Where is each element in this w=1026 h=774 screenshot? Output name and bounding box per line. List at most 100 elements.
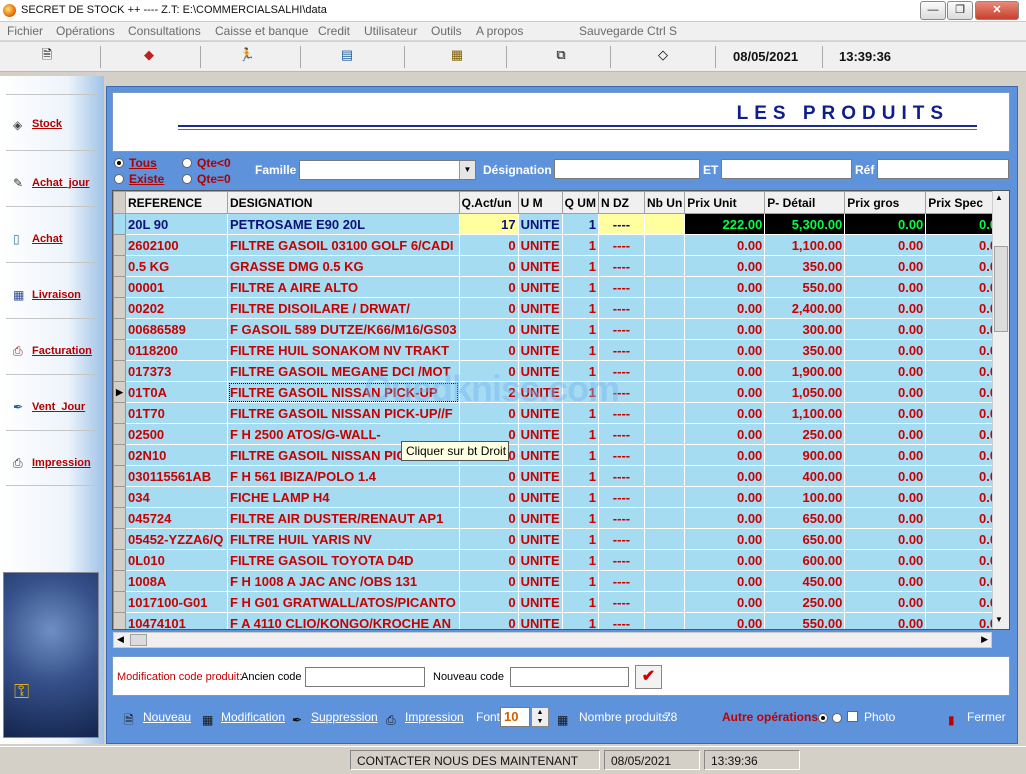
cell-prix-unit[interactable]: 0.00 bbox=[684, 465, 766, 487]
cell-reference[interactable]: 00686589 bbox=[125, 318, 228, 340]
cell-nbun[interactable] bbox=[643, 213, 686, 235]
cell-prix-detail[interactable]: 1,100.00 bbox=[764, 402, 846, 424]
cell-designation[interactable]: F H 1008 A JAC ANC /OBS 131 bbox=[227, 570, 460, 592]
cell-qact[interactable]: 0 bbox=[458, 339, 519, 361]
cell-prix-unit[interactable]: 0.00 bbox=[684, 360, 766, 382]
cell-ndz[interactable]: ---- bbox=[597, 423, 645, 445]
cell-reference[interactable]: 01T70 bbox=[125, 402, 228, 424]
row-indicator[interactable] bbox=[113, 234, 126, 256]
cell-um[interactable]: UNITE bbox=[517, 591, 563, 613]
cell-prix-gros[interactable]: 0.00 bbox=[844, 360, 927, 382]
confirm-button[interactable]: ✔ bbox=[635, 665, 662, 689]
cell-prix-detail[interactable]: 2,400.00 bbox=[764, 297, 846, 319]
modification-button[interactable]: ▦ Modification bbox=[202, 710, 285, 729]
cell-ndz[interactable]: ---- bbox=[597, 591, 645, 613]
cell-nbun[interactable] bbox=[643, 465, 686, 487]
cell-qum[interactable]: 1 bbox=[561, 255, 599, 277]
cell-ndz[interactable]: ---- bbox=[597, 297, 645, 319]
col-ndz[interactable]: N DZ bbox=[597, 191, 645, 214]
fermer-button[interactable]: ▮ Fermer bbox=[948, 710, 1006, 729]
cell-prix-unit[interactable]: 0.00 bbox=[684, 549, 766, 571]
table-row[interactable]: 045724 FILTRE AIR DUSTER/RENAUT AP1 0 UNITE… bbox=[113, 507, 1008, 529]
row-indicator[interactable] bbox=[113, 297, 126, 319]
col-qact[interactable]: Q.Act/un bbox=[458, 191, 519, 214]
cell-prix-unit[interactable]: 0.00 bbox=[684, 570, 766, 592]
cell-designation[interactable]: FILTRE DISOILARE / DRWAT/ bbox=[227, 297, 460, 319]
radio-tous[interactable]: Tous bbox=[114, 156, 157, 170]
cell-prix-unit[interactable]: 0.00 bbox=[684, 276, 766, 298]
row-indicator[interactable] bbox=[113, 339, 126, 361]
cell-prix-gros[interactable]: 0.00 bbox=[844, 402, 927, 424]
cell-ndz[interactable]: ---- bbox=[597, 213, 645, 235]
cell-reference[interactable]: 10474101 bbox=[125, 612, 228, 629]
row-indicator[interactable] bbox=[113, 444, 126, 466]
nav-vent-jour[interactable]: ✒ Vent_Jour bbox=[6, 374, 98, 430]
cell-prix-detail[interactable]: 1,050.00 bbox=[764, 381, 846, 403]
cell-ndz[interactable]: ---- bbox=[597, 549, 645, 571]
table-row[interactable]: 00686589 F GASOIL 589 DUTZE/K66/M16/GS03 0… bbox=[113, 318, 1008, 340]
cell-qact[interactable]: 0 bbox=[458, 297, 519, 319]
cell-nbun[interactable] bbox=[643, 234, 686, 256]
cell-prix-detail[interactable]: 450.00 bbox=[764, 570, 846, 592]
cell-um[interactable]: UNITE bbox=[517, 339, 563, 361]
nav-achat[interactable]: ▯ Achat bbox=[6, 206, 98, 262]
cell-qact[interactable]: 0 bbox=[458, 507, 519, 529]
products-table[interactable]: REFERENCE DESIGNATION Q.Act/un U M Q UM … bbox=[112, 190, 1010, 630]
cell-um[interactable]: UNITE bbox=[517, 612, 563, 629]
table-row[interactable]: 0L010 FILTRE GASOIL TOYOTA D4D 0 UNITE 1 ----… bbox=[113, 549, 1008, 571]
cell-qum[interactable]: 1 bbox=[561, 213, 599, 235]
cell-prix-unit[interactable]: 0.00 bbox=[684, 318, 766, 340]
nav-facturation[interactable]: ⎙ Facturation bbox=[6, 318, 98, 374]
cell-ndz[interactable]: ---- bbox=[597, 339, 645, 361]
cell-qact[interactable]: 0 bbox=[458, 276, 519, 298]
nouveau-button[interactable]: 🗎 Nouveau bbox=[124, 710, 191, 727]
chevron-down-icon[interactable]: ▼ bbox=[459, 161, 475, 179]
cell-prix-unit[interactable]: 0.00 bbox=[684, 339, 766, 361]
cell-qact[interactable]: 0 bbox=[458, 612, 519, 629]
cell-prix-unit[interactable]: 0.00 bbox=[684, 255, 766, 277]
cell-prix-unit[interactable]: 0.00 bbox=[684, 507, 766, 529]
cell-prix-unit[interactable]: 0.00 bbox=[684, 591, 766, 613]
cell-prix-gros[interactable]: 0.00 bbox=[844, 507, 927, 529]
radio-qte-zero[interactable]: Qte=0 bbox=[182, 172, 231, 186]
menu-consultations[interactable]: Consultations bbox=[128, 24, 201, 38]
cell-prix-detail[interactable]: 550.00 bbox=[764, 612, 846, 629]
autre-radio-1[interactable] bbox=[818, 711, 833, 725]
cell-reference[interactable]: 2602100 bbox=[125, 234, 228, 256]
cell-qact[interactable]: 0 bbox=[458, 465, 519, 487]
designation-input[interactable] bbox=[554, 159, 700, 179]
cell-prix-unit[interactable]: 0.00 bbox=[684, 381, 766, 403]
cell-prix-gros[interactable]: 0.00 bbox=[844, 318, 927, 340]
cell-prix-gros[interactable]: 0.00 bbox=[844, 612, 927, 629]
cell-qact[interactable]: 0 bbox=[458, 255, 519, 277]
cell-prix-gros[interactable]: 0.00 bbox=[844, 234, 927, 256]
row-indicator[interactable]: ▶ bbox=[113, 381, 126, 403]
cell-reference[interactable]: 030115561AB bbox=[125, 465, 228, 487]
cell-qum[interactable]: 1 bbox=[561, 549, 599, 571]
cell-prix-detail[interactable]: 350.00 bbox=[764, 255, 846, 277]
cell-nbun[interactable] bbox=[643, 423, 686, 445]
cell-nbun[interactable] bbox=[643, 612, 686, 629]
scroll-thumb[interactable] bbox=[994, 246, 1008, 332]
cell-um[interactable]: UNITE bbox=[517, 318, 563, 340]
table-row[interactable]: 00001 FILTRE A AIRE ALTO 0 UNITE 1 ---- 0.00 55… bbox=[113, 276, 1008, 298]
row-indicator[interactable] bbox=[113, 276, 126, 298]
cell-qum[interactable]: 1 bbox=[561, 465, 599, 487]
cell-prix-gros[interactable]: 0.00 bbox=[844, 213, 927, 235]
cell-designation[interactable]: PETROSAME E90 20L bbox=[227, 213, 460, 235]
cell-designation[interactable]: F H 561 IBIZA/POLO 1.4 bbox=[227, 465, 460, 487]
menu-outils[interactable]: Outils bbox=[431, 24, 462, 38]
cell-prix-gros[interactable]: 0.00 bbox=[844, 276, 927, 298]
cell-prix-detail[interactable]: 650.00 bbox=[764, 507, 846, 529]
row-indicator[interactable] bbox=[113, 528, 126, 550]
cell-nbun[interactable] bbox=[643, 255, 686, 277]
cell-nbun[interactable] bbox=[643, 591, 686, 613]
row-indicator[interactable] bbox=[113, 402, 126, 424]
font-size-input[interactable]: 10 bbox=[500, 707, 530, 727]
scroll-right-icon[interactable]: ▶ bbox=[981, 634, 988, 645]
cell-prix-detail[interactable]: 400.00 bbox=[764, 465, 846, 487]
cell-reference[interactable]: 05452-YZZA6/Q bbox=[125, 528, 228, 550]
col-nbun[interactable]: Nb Un bbox=[643, 191, 686, 214]
cell-um[interactable]: UNITE bbox=[517, 570, 563, 592]
cell-reference[interactable]: 045724 bbox=[125, 507, 228, 529]
